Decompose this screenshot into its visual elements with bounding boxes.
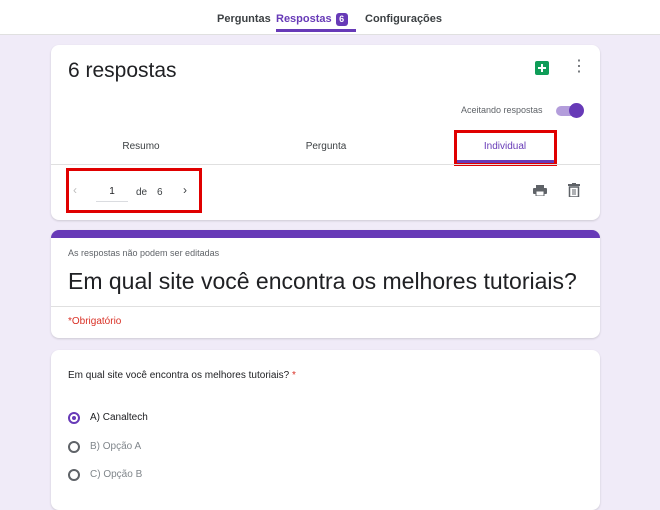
subtab-resumo[interactable]: Resumo: [91, 141, 191, 152]
subtab-divider: [51, 164, 600, 165]
google-sheets-icon[interactable]: [535, 61, 549, 75]
tab-configuracoes[interactable]: Configurações: [365, 6, 442, 32]
subtab-pergunta[interactable]: Pergunta: [276, 141, 376, 152]
top-nav: Perguntas Respostas 6 Configurações: [0, 0, 660, 35]
tab-perguntas[interactable]: Perguntas: [217, 6, 271, 32]
subtab-resumo-label: Resumo: [122, 141, 160, 152]
required-asterisk: *: [292, 370, 296, 381]
title-divider: [51, 306, 600, 307]
radio-empty-icon[interactable]: [68, 441, 80, 453]
tab-perguntas-label: Perguntas: [217, 13, 271, 25]
response-count-badge: 6: [335, 12, 348, 26]
accepting-responses-label: Aceitando respostas: [461, 105, 543, 115]
question-text-label: Em qual site você encontra os melhores t…: [68, 370, 290, 381]
question-card: Em qual site você encontra os melhores t…: [51, 350, 600, 510]
required-note: *Obrigatório: [68, 316, 122, 327]
question-text: Em qual site você encontra os melhores t…: [68, 370, 296, 381]
tab-configuracoes-label: Configurações: [365, 13, 443, 25]
tab-respostas-label: Respostas: [276, 13, 332, 25]
responses-summary-card: 6 respostas ⋮ Aceitando respostas Resumo…: [51, 45, 600, 220]
option-a-label: A) Canaltech: [90, 412, 148, 423]
highlight-box-individual: [454, 130, 557, 166]
trash-icon[interactable]: [568, 183, 580, 197]
readonly-note: As respostas não podem ser editadas: [68, 248, 220, 258]
print-icon[interactable]: [533, 185, 547, 196]
highlight-box-pager: [66, 168, 202, 213]
form-title: Em qual site você encontra os melhores t…: [68, 268, 577, 294]
form-title-card: As respostas não podem ser editadas Em q…: [51, 230, 600, 338]
option-c-label: C) Opção B: [90, 469, 143, 480]
tab-respostas[interactable]: Respostas 6: [276, 6, 356, 32]
toggle-knob[interactable]: [569, 103, 584, 118]
subtab-pergunta-label: Pergunta: [305, 141, 347, 152]
radio-empty-icon[interactable]: [68, 469, 80, 481]
radio-selected-icon[interactable]: [68, 412, 80, 424]
option-b-label: B) Opção A: [90, 441, 142, 452]
response-count-title: 6 respostas: [68, 59, 177, 82]
more-vert-icon[interactable]: ⋮: [571, 59, 587, 75]
